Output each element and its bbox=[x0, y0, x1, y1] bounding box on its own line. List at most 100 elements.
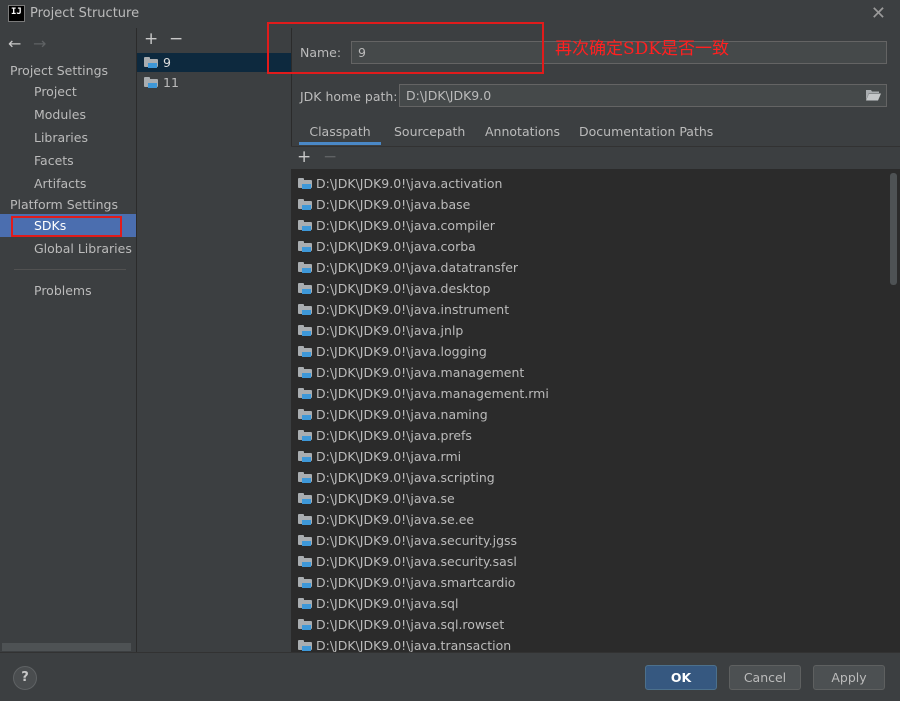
close-icon[interactable]: ✕ bbox=[871, 3, 886, 24]
classpath-row[interactable]: D:\JDK\JDK9.0!\java.smartcardio bbox=[291, 572, 889, 593]
module-folder-icon bbox=[298, 598, 312, 609]
classpath-row[interactable]: D:\JDK\JDK9.0!\java.compiler bbox=[291, 215, 889, 236]
classpath-row[interactable]: D:\JDK\JDK9.0!\java.desktop bbox=[291, 278, 889, 299]
module-folder-icon bbox=[298, 640, 312, 651]
classpath-path: D:\JDK\JDK9.0!\java.logging bbox=[316, 344, 487, 359]
module-folder-icon bbox=[298, 619, 312, 630]
nav-item-modules[interactable]: Modules bbox=[0, 103, 136, 126]
nav-item-facets[interactable]: Facets bbox=[0, 149, 136, 172]
intellij-logo-icon: IJ bbox=[8, 5, 25, 22]
classpath-row[interactable]: D:\JDK\JDK9.0!\java.transaction bbox=[291, 635, 889, 653]
classpath-path: D:\JDK\JDK9.0!\java.scripting bbox=[316, 470, 495, 485]
tab-classpath[interactable]: Classpath bbox=[299, 121, 381, 145]
ok-button[interactable]: OK bbox=[645, 665, 717, 690]
horizontal-scrollbar[interactable] bbox=[2, 643, 131, 651]
nav-item-problems[interactable]: Problems bbox=[0, 279, 136, 302]
annotation-text: 再次确定SDK是否一致 bbox=[555, 39, 729, 59]
jdk-folder-icon bbox=[144, 77, 158, 88]
classpath-path: D:\JDK\JDK9.0!\java.compiler bbox=[316, 218, 495, 233]
classpath-row[interactable]: D:\JDK\JDK9.0!\java.logging bbox=[291, 341, 889, 362]
jdk-home-path-value: D:\JDK\JDK9.0 bbox=[406, 88, 492, 103]
classpath-path: D:\JDK\JDK9.0!\java.activation bbox=[316, 176, 503, 191]
classpath-row[interactable]: D:\JDK\JDK9.0!\java.datatransfer bbox=[291, 257, 889, 278]
classpath-row[interactable]: D:\JDK\JDK9.0!\java.sql.rowset bbox=[291, 614, 889, 635]
settings-navigation: ← → Project Settings Project Modules Lib… bbox=[0, 28, 136, 652]
remove-classpath-button[interactable]: − bbox=[323, 147, 337, 167]
jdk-home-path-field[interactable]: D:\JDK\JDK9.0 bbox=[399, 84, 887, 107]
forward-arrow-icon[interactable]: → bbox=[33, 34, 46, 53]
jdk-home-path-label: JDK home path: bbox=[300, 89, 398, 104]
window-title: Project Structure bbox=[30, 6, 140, 21]
classpath-path: D:\JDK\JDK9.0!\java.jnlp bbox=[316, 323, 464, 338]
classpath-path: D:\JDK\JDK9.0!\java.sql bbox=[316, 596, 459, 611]
classpath-path: D:\JDK\JDK9.0!\java.security.jgss bbox=[316, 533, 518, 548]
remove-sdk-button[interactable]: − bbox=[169, 29, 183, 49]
classpath-path: D:\JDK\JDK9.0!\java.smartcardio bbox=[316, 575, 516, 590]
classpath-row[interactable]: D:\JDK\JDK9.0!\java.management bbox=[291, 362, 889, 383]
module-folder-icon bbox=[298, 388, 312, 399]
classpath-path: D:\JDK\JDK9.0!\java.management bbox=[316, 365, 525, 380]
module-folder-icon bbox=[298, 577, 312, 588]
apply-button[interactable]: Apply bbox=[813, 665, 885, 690]
classpath-row[interactable]: D:\JDK\JDK9.0!\java.activation bbox=[291, 173, 889, 194]
nav-item-project[interactable]: Project bbox=[0, 80, 136, 103]
classpath-path: D:\JDK\JDK9.0!\java.instrument bbox=[316, 302, 510, 317]
sdk-item-11[interactable]: 11 bbox=[137, 73, 291, 92]
jdk-folder-icon bbox=[144, 57, 158, 68]
classpath-row[interactable]: D:\JDK\JDK9.0!\java.security.sasl bbox=[291, 551, 889, 572]
classpath-path: D:\JDK\JDK9.0!\java.prefs bbox=[316, 428, 472, 443]
module-folder-icon bbox=[298, 451, 312, 462]
sdks-highlight-annotation bbox=[11, 216, 122, 237]
classpath-path: D:\JDK\JDK9.0!\java.se bbox=[316, 491, 455, 506]
classpath-row[interactable]: D:\JDK\JDK9.0!\java.se bbox=[291, 488, 889, 509]
module-folder-icon bbox=[298, 346, 312, 357]
classpath-path: D:\JDK\JDK9.0!\java.rmi bbox=[316, 449, 462, 464]
module-folder-icon bbox=[298, 262, 312, 273]
classpath-row[interactable]: D:\JDK\JDK9.0!\java.security.jgss bbox=[291, 530, 889, 551]
tab-annotations[interactable]: Annotations bbox=[485, 121, 560, 145]
classpath-row[interactable]: D:\JDK\JDK9.0!\java.naming bbox=[291, 404, 889, 425]
module-folder-icon bbox=[298, 535, 312, 546]
module-folder-icon bbox=[298, 304, 312, 315]
module-folder-icon bbox=[298, 367, 312, 378]
sdk-details: Name: 9 JDK home path: D:\JDK\JDK9.0 Cla… bbox=[291, 28, 900, 653]
classpath-row[interactable]: D:\JDK\JDK9.0!\java.base bbox=[291, 194, 889, 215]
classpath-path: D:\JDK\JDK9.0!\java.desktop bbox=[316, 281, 491, 296]
sdk-list-panel: + − 9 11 bbox=[136, 28, 292, 652]
module-folder-icon bbox=[298, 220, 312, 231]
classpath-row[interactable]: D:\JDK\JDK9.0!\java.se.ee bbox=[291, 509, 889, 530]
help-icon[interactable]: ? bbox=[13, 666, 37, 690]
tab-documentation-paths[interactable]: Documentation Paths bbox=[579, 121, 713, 145]
classpath-path: D:\JDK\JDK9.0!\java.se.ee bbox=[316, 512, 475, 527]
tab-sourcepath[interactable]: Sourcepath bbox=[394, 121, 465, 145]
module-folder-icon bbox=[298, 199, 312, 210]
classpath-row[interactable]: D:\JDK\JDK9.0!\java.prefs bbox=[291, 425, 889, 446]
nav-item-artifacts[interactable]: Artifacts bbox=[0, 172, 136, 195]
sdk-item-label: 11 bbox=[163, 75, 179, 90]
nav-item-libraries[interactable]: Libraries bbox=[0, 126, 136, 149]
nav-item-global-libraries[interactable]: Global Libraries bbox=[0, 237, 136, 260]
module-folder-icon bbox=[298, 409, 312, 420]
module-folder-icon bbox=[298, 325, 312, 336]
classpath-row[interactable]: D:\JDK\JDK9.0!\java.instrument bbox=[291, 299, 889, 320]
classpath-row[interactable]: D:\JDK\JDK9.0!\java.jnlp bbox=[291, 320, 889, 341]
classpath-row[interactable]: D:\JDK\JDK9.0!\java.sql bbox=[291, 593, 889, 614]
classpath-list[interactable]: D:\JDK\JDK9.0!\java.activation D:\JDK\JDK… bbox=[291, 173, 889, 653]
classpath-path: D:\JDK\JDK9.0!\java.transaction bbox=[316, 638, 512, 653]
vertical-scrollbar[interactable] bbox=[890, 173, 897, 285]
open-folder-icon[interactable] bbox=[866, 89, 881, 101]
add-sdk-button[interactable]: + bbox=[144, 29, 158, 49]
classpath-row[interactable]: D:\JDK\JDK9.0!\java.scripting bbox=[291, 467, 889, 488]
classpath-path: D:\JDK\JDK9.0!\java.naming bbox=[316, 407, 488, 422]
classpath-path: D:\JDK\JDK9.0!\java.corba bbox=[316, 239, 476, 254]
sdk-item-label: 9 bbox=[163, 55, 171, 70]
back-arrow-icon[interactable]: ← bbox=[8, 34, 21, 53]
classpath-row[interactable]: D:\JDK\JDK9.0!\java.management.rmi bbox=[291, 383, 889, 404]
cancel-button[interactable]: Cancel bbox=[729, 665, 801, 690]
classpath-row[interactable]: D:\JDK\JDK9.0!\java.rmi bbox=[291, 446, 889, 467]
classpath-path: D:\JDK\JDK9.0!\java.base bbox=[316, 197, 471, 212]
classpath-path: D:\JDK\JDK9.0!\java.management.rmi bbox=[316, 386, 549, 401]
module-folder-icon bbox=[298, 556, 312, 567]
classpath-row[interactable]: D:\JDK\JDK9.0!\java.corba bbox=[291, 236, 889, 257]
add-classpath-button[interactable]: + bbox=[297, 147, 311, 167]
